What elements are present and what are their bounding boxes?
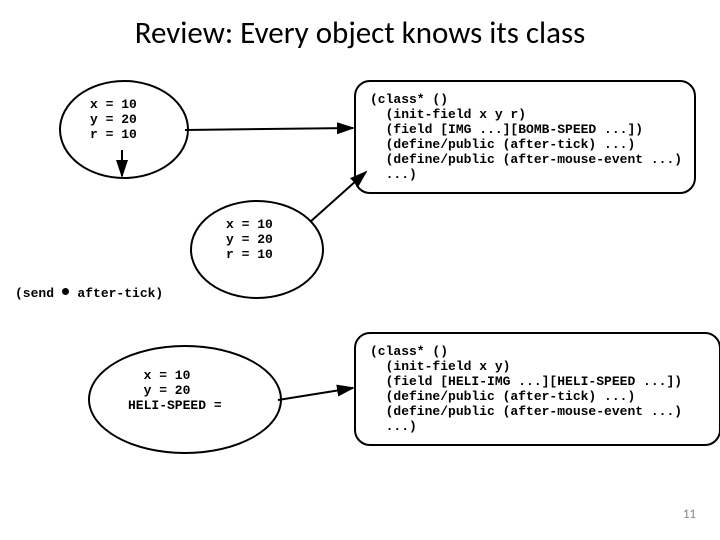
send-dot-icon xyxy=(62,288,69,295)
class-code-1: (class* () (init-field x y r) (field [IM… xyxy=(370,92,680,182)
object-fields-2: x = 10 y = 20 r = 10 xyxy=(226,217,273,262)
send-expression: (send after-tick) xyxy=(15,286,163,301)
page-number: 11 xyxy=(683,507,696,522)
class-box-1: (class* () (init-field x y r) (field [IM… xyxy=(354,80,696,194)
class-code-2: (class* () (init-field x y) (field [HELI… xyxy=(370,344,705,434)
class-box-2: (class* () (init-field x y) (field [HELI… xyxy=(354,332,720,446)
object-fields-1: x = 10 y = 20 r = 10 xyxy=(90,97,137,142)
page-title: Review: Every object knows its class xyxy=(0,14,720,52)
object-fields-3: x = 10 y = 20 HELI-SPEED = xyxy=(128,368,222,413)
